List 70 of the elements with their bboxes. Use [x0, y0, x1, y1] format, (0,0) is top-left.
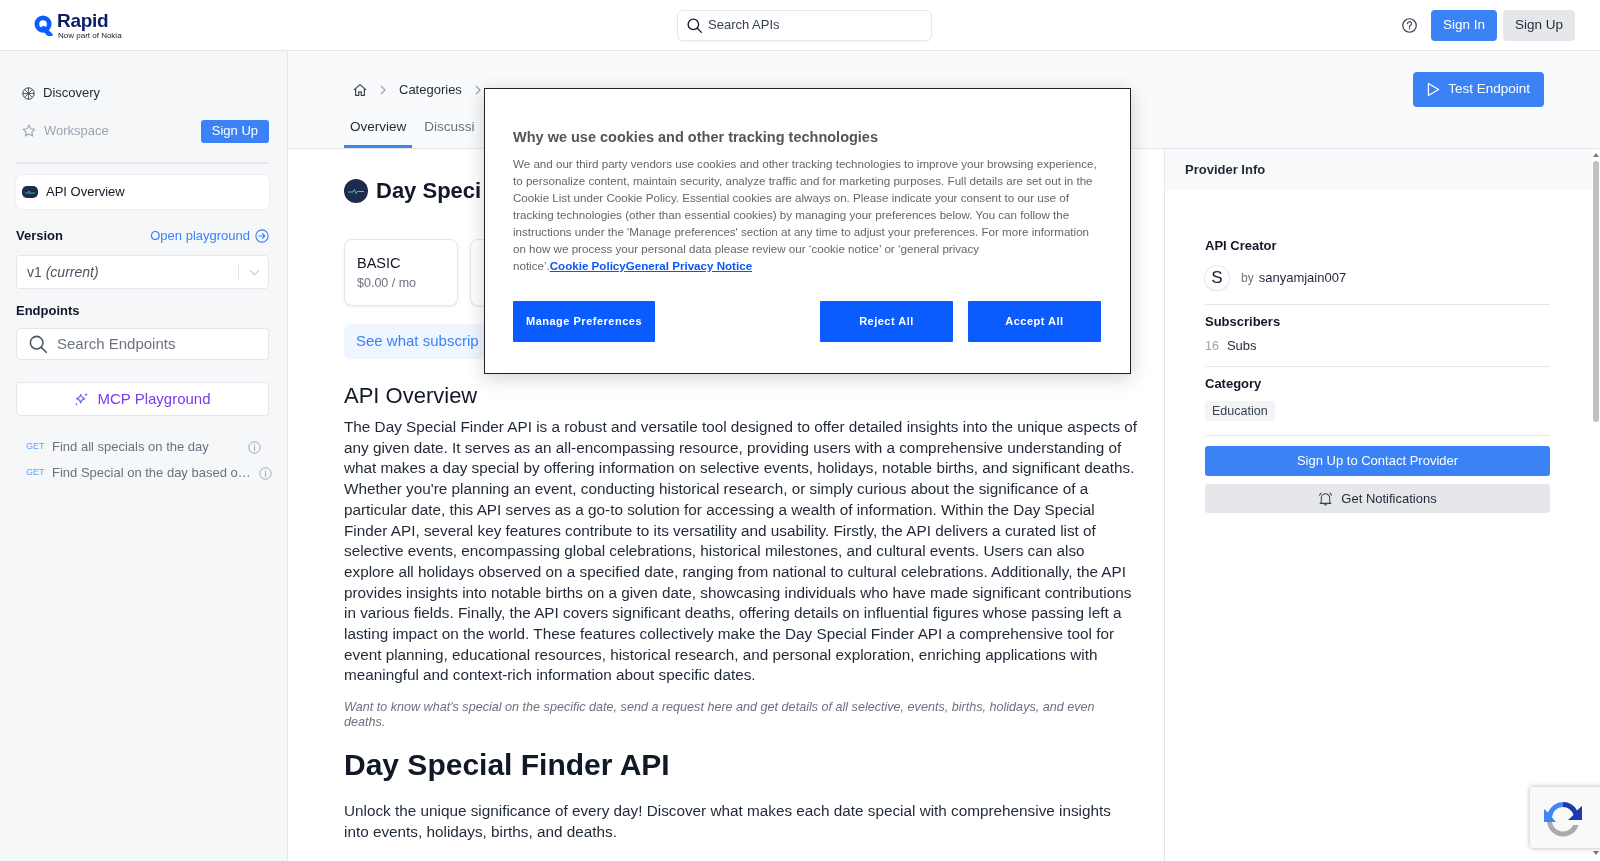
endpoints-label: Endpoints [16, 302, 80, 321]
info-icon [248, 440, 261, 454]
arrow-circle-icon [255, 229, 269, 243]
open-playground-link[interactable]: Open playground [150, 226, 269, 246]
policy-link[interactable]: Cookie Policy [549, 259, 626, 272]
version-select[interactable]: v1 (current) [16, 255, 269, 289]
avatar-initial: S [1205, 266, 1229, 290]
bell-icon [1318, 491, 1334, 506]
section-heading: API Overview [344, 383, 479, 409]
readme-heading: Day Special Finder API [344, 747, 671, 784]
endpoint-search-field[interactable]: Search Endpoints [16, 328, 269, 360]
cookie-notice-text: We and our third party vendors use cookies and other tracking technologies to improve your browsing experience, to personalize content, maintain security, analyze traffic and for marketing purposes. Full details are set out in the Cookie List under Cookie Policy. Essential cookies are always on. Please indicate your consent to our use of tracking technologies (other than essential cookies) by managing your preferences below. You can follow the instructions under the 'Manage preferences' section at any time to adjust your preferences. For more information on how we process your personal data please review our ‘cookie notice’ or ‘general privacy notice’.Cookie PolicyGeneral Privacy Notice [513, 156, 1098, 274]
search-icon [29, 335, 47, 353]
api-logo-icon [344, 179, 368, 203]
dialog-title: Why we use cookies and other tracking technologies [513, 128, 879, 147]
http-method-label: GET [26, 440, 44, 454]
plan-name: BASIC [357, 254, 402, 272]
wheel-icon [22, 86, 35, 100]
reject-all-button[interactable]: Reject All [820, 301, 953, 342]
chevron-right-icon [380, 85, 386, 95]
search-icon [687, 17, 702, 33]
overview-paragraph: The Day Special Finder API is a robust and versatile tool designed to offer detailed insights into the unique aspects of any given date. It serves as an all-encompassing resource, providing users with a comprehensive understanding of what makes a day special by offering information on selective events, holidays, notable births, and significant deaths. Whether you're planning an event, conducting historical research, or simply curious about the significance of a particular date, this API serves as a go-to solution for accessing a wealth of information. Within the Day Special Finder API, several key features contribute to its versatility and usability. Firstly, the API delivers a curated list of selective events, encompassing global celebrations, historical milestones, and cultural events. Users can also explore all holidays observed on a specified date, ranging from national to cultural celebrations. Additionally, the API provides insights into notable births on a given date, showcasing individuals who have made significant contributions in various fields. Finally, the API covers significant deaths, offering details on influential figures whose passing left a lasting impact on the world. These features collectively make the Day Special Finder API a comprehensive tool for event planning, educational resources, historical research, and personal exploration, enriching applications with meaningful and context-rich information about specific dates. [344, 417, 1138, 686]
logo-tagline: Now part of Nokia [58, 30, 122, 40]
category-tag[interactable]: Education [1205, 401, 1275, 421]
sign-in-button[interactable]: Sign In [1430, 9, 1497, 41]
logo-wordmark: Rapid [57, 10, 110, 31]
plan-card[interactable]: BASIC $0.00 / mo [344, 239, 458, 306]
nav-link: Workspace [44, 122, 109, 141]
search-input[interactable]: Search APIs [708, 15, 922, 35]
test-endpoint-button[interactable]: Test Endpoint [1413, 72, 1544, 107]
accept-all-button[interactable]: Accept All [968, 301, 1101, 342]
sign-up-button[interactable]: Sign Up [1502, 9, 1575, 41]
creator-link[interactable]: sanyamjain007 [1258, 268, 1347, 288]
api-logo-icon [22, 186, 38, 198]
section-label: Subscribers [1205, 313, 1282, 331]
home-icon [353, 83, 367, 97]
tab[interactable]: Discussi [418, 112, 481, 148]
chevron-right-icon [474, 85, 481, 95]
section-label: Category [1205, 375, 1263, 393]
note-text: Want to know what's special on the specific date, send a request here and get details of all selective, events, births, holidays, and even deaths. [344, 700, 1096, 730]
manage-preferences-button[interactable]: Manage Preferences [513, 301, 655, 342]
subscriber-unit: Subs [1226, 337, 1257, 356]
info-icon [258, 466, 272, 480]
sparkle-icon [74, 391, 90, 407]
notifications-button[interactable]: Get Notifications [1205, 484, 1550, 513]
api-search-field[interactable]: Search APIs [677, 9, 932, 41]
api-overview-item[interactable]: API Overview [16, 175, 269, 209]
nav-link[interactable]: Discovery [43, 83, 101, 103]
search-input[interactable]: Search Endpoints [57, 332, 256, 356]
endpoint-link[interactable]: Find Special on the day based o… [52, 463, 251, 483]
mcp-playground-button[interactable]: MCP Playground [16, 382, 269, 416]
by-label: by [1241, 270, 1254, 287]
section-label: API Creator [1205, 237, 1278, 255]
version-label: Version [16, 227, 63, 246]
logo-icon [34, 14, 53, 36]
subscriber-count: 16 [1205, 337, 1219, 355]
readme-paragraph: Unlock the unique significance of every day! Discover what makes each date special with comprehensive insights into events, holidays, births, and deaths. [344, 801, 1112, 843]
contact-provider-button[interactable]: Sign Up to Contact Provider [1205, 446, 1550, 476]
plan-price: $0.00 / mo [357, 276, 418, 291]
http-method-label: GET [26, 466, 44, 480]
api-title: Day Speci [376, 177, 482, 205]
tab[interactable]: Overview [344, 112, 413, 148]
policy-link[interactable]: General Privacy Notice [625, 259, 753, 272]
endpoint-link[interactable]: Find all specials on the day [52, 437, 240, 457]
breadcrumb-link[interactable]: Categories [399, 80, 462, 100]
play-icon [1427, 82, 1441, 97]
star-icon [22, 124, 36, 138]
chevron-down-icon [249, 268, 260, 276]
help-icon [1401, 17, 1417, 33]
panel-title: Provider Info [1185, 160, 1266, 179]
